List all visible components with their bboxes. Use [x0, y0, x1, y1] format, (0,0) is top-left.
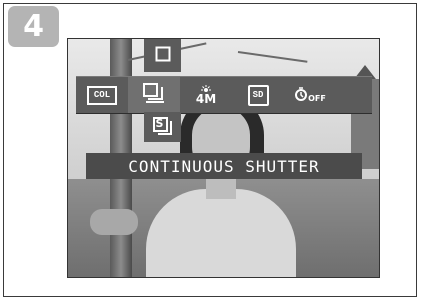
- photo-person-hand: [90, 209, 138, 235]
- mode-label-bar: CONTINUOUS SHUTTER: [86, 153, 362, 179]
- menu-item-self-timer[interactable]: OFF: [284, 77, 336, 113]
- drive-option-sequence[interactable]: S: [144, 112, 181, 142]
- function-menu-bar: COL 4M SD OFF: [76, 76, 372, 114]
- drive-option-single[interactable]: [144, 39, 181, 72]
- menu-item-color[interactable]: COL: [76, 77, 128, 113]
- color-mode-icon: COL: [87, 85, 117, 105]
- step-number: 4: [23, 9, 44, 44]
- self-timer-off-icon: OFF: [294, 87, 326, 103]
- sequence-s-icon: S: [152, 117, 173, 137]
- step-number-badge: 4: [8, 6, 59, 47]
- menu-item-storage[interactable]: SD: [232, 77, 284, 113]
- menu-item-drive[interactable]: [128, 77, 180, 113]
- camera-lcd-screen: COL 4M SD OFF S CONTINUOUS SHUTTER: [67, 38, 380, 278]
- photo-person-coat: [146, 189, 296, 277]
- mode-label: CONTINUOUS SHUTTER: [128, 156, 320, 176]
- single-frame-icon: [155, 46, 171, 66]
- menu-item-resolution[interactable]: 4M: [180, 77, 232, 113]
- continuous-shutter-icon: [143, 83, 165, 107]
- sd-card-icon: SD: [247, 84, 269, 106]
- resolution-4m-icon: 4M: [196, 85, 216, 105]
